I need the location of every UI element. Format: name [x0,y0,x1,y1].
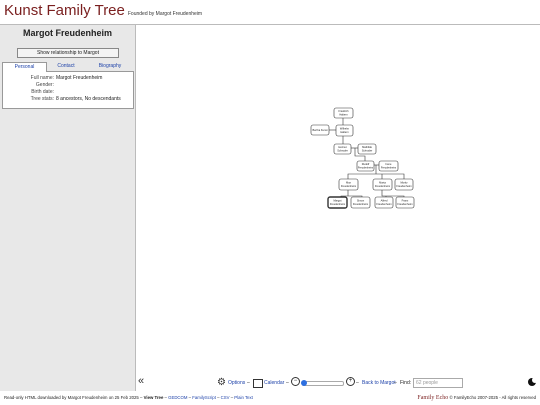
field-tree-stats: Tree stats: 8 ancestors, No descendants [3,96,133,103]
find-input[interactable]: 62 people [413,378,463,388]
field-value: Margot Freudenheim [56,75,103,81]
person-node-name: Marta [379,181,386,185]
separator: – [286,380,289,386]
person-node-name: Irene [386,162,392,166]
person-node-name: Freudenheim [358,166,373,170]
site-title-text[interactable]: Kunst Family Tree [4,2,125,19]
footer-copyright: © FamilyEcho 2007-2025 - All rights rese… [449,395,536,400]
person-node-name: Schroder [362,149,373,153]
tab-personal[interactable]: Personal [2,62,47,72]
footer: Read-only HTML downloaded by Margot Freu… [0,391,540,405]
person-node[interactable]: MaxFreudenheim [338,178,359,191]
options-link[interactable]: Options [228,380,245,386]
personal-panel: Full name: Margot Freudenheim Gender: Bi… [2,71,134,109]
separator: – [247,380,250,386]
dark-mode-icon-cutout [532,377,538,383]
site-title[interactable]: Kunst Family Tree Founded by Margot Freud… [4,2,202,19]
person-node-name: Franz [402,199,409,203]
back-to-link[interactable]: Back to Margot [362,380,396,386]
person-node[interactable]: MargotFreudenheim [327,196,348,209]
header: Kunst Family Tree Founded by Margot Freud… [0,0,540,25]
tab-contact[interactable]: Contact [46,62,86,71]
field-label: Full name: [30,75,54,81]
person-node-name: Freudenheim [341,184,356,188]
person-node[interactable]: IreneFreudenheim [378,160,399,172]
separator: – [394,380,397,386]
person-node[interactable]: AlfredFreudenheim [374,196,394,209]
person-node-name: Schroder [337,149,348,153]
field-label: Birth date: [31,89,54,95]
field-value: 8 ancestors, No descendants [56,96,121,102]
family-tree-canvas[interactable]: Friedrich Haltern Bertha Kunst Wilhelm Halte… [136,25,540,375]
site-subtitle: Founded by Margot Freudenheim [127,11,203,17]
tree-svg: FriedrichHalternBertha Kunst WilhelmHalte… [310,107,415,209]
person-node-name: Wilhelm [340,127,349,131]
person-node-name: Alfred [381,199,388,203]
person-node-name: Freudenheim [353,202,368,206]
person-node[interactable]: MoritzFreudenheim [394,178,414,191]
person-node-name: Haltern [340,130,349,134]
calendar-link[interactable]: Calendar [264,380,284,386]
show-relationship-button[interactable]: Show relationship to Margot [17,48,119,58]
person-node[interactable]: RudolfFreudenheim [356,160,375,172]
person-node-name: Freudenheim [376,202,391,206]
collapse-sidebar-icon[interactable]: « [138,375,144,387]
person-node-name: Freudenheim [375,184,390,188]
person-node-name: Haltern [339,113,348,117]
calendar-icon[interactable] [253,379,263,388]
field-label: Tree stats: [30,96,54,102]
bottom-toolbar: « ⚙ Options – Calendar – − + – Back to M… [136,375,540,390]
person-node-name: Freudenheim [396,184,411,188]
sidebar: Margot Freudenheim Show relationship to … [0,25,136,391]
person-node[interactable]: SimonFreudenheim [350,196,371,209]
person-node-name: Freudenheim [381,166,396,170]
person-node-name: Helmut [338,145,346,149]
family-echo-logo[interactable]: Family Echo [417,395,448,401]
field-gender: Gender: [3,82,133,89]
person-node[interactable]: FriedrichHaltern [333,107,354,119]
person-node[interactable]: MartaFreudenheim [372,178,393,191]
zoom-slider[interactable] [301,380,344,386]
field-birth-date: Birth date: [3,89,133,96]
person-node-name: Simon [357,199,365,203]
person-node-name: Friedrich [338,109,349,113]
person-node-name: Freudenheim [397,202,412,206]
person-node-name: Mathilde [362,145,372,149]
field-label: Gender: [35,82,54,88]
tree-nodes: FriedrichHalternBertha Kunst WilhelmHalte… [310,107,415,209]
person-node[interactable]: MathildeSchroder [357,143,377,155]
footer-link-familyscript[interactable]: FamilyScript [192,395,216,400]
find-label: Find: [400,380,412,386]
footer-right: Family Echo © FamilyEcho 2007-2025 - All… [417,391,536,405]
zoom-out-icon[interactable]: − [291,377,300,386]
zoom-in-icon[interactable]: + [346,377,355,386]
gear-icon[interactable]: ⚙ [217,377,226,388]
person-node-name: Rudolf [362,162,370,166]
footer-prefix: Read-only HTML downloaded by Margot Freu… [4,395,143,400]
person-node[interactable]: HelmutSchroder [333,143,352,155]
person-node-name: Margot [333,199,341,203]
tab-biography[interactable]: Biography [88,62,132,71]
person-node-name: Moritz [400,181,408,185]
footer-view-tree: View Tree [143,395,164,400]
person-node-name: Freudenheim [330,202,345,206]
person-name: Margot Freudenheim [22,28,112,38]
separator: – [356,380,359,386]
field-full-name: Full name: Margot Freudenheim [3,75,133,82]
footer-link-gedcom[interactable]: GEDCOM [168,395,187,400]
person-node-name: Bertha Kunst [313,128,328,132]
person-node-name: Max [346,181,352,185]
person-node[interactable]: WilhelmHaltern [335,124,354,137]
person-node[interactable]: FranzFreudenheim [395,196,415,209]
footer-text: Read-only HTML downloaded by Margot Freu… [4,395,253,400]
zoom-slider-handle[interactable] [301,380,307,386]
footer-link-plain-text[interactable]: Plain Text [234,395,253,400]
person-node[interactable]: Bertha Kunst [310,124,330,136]
footer-link-csv[interactable]: CSV [221,395,230,400]
